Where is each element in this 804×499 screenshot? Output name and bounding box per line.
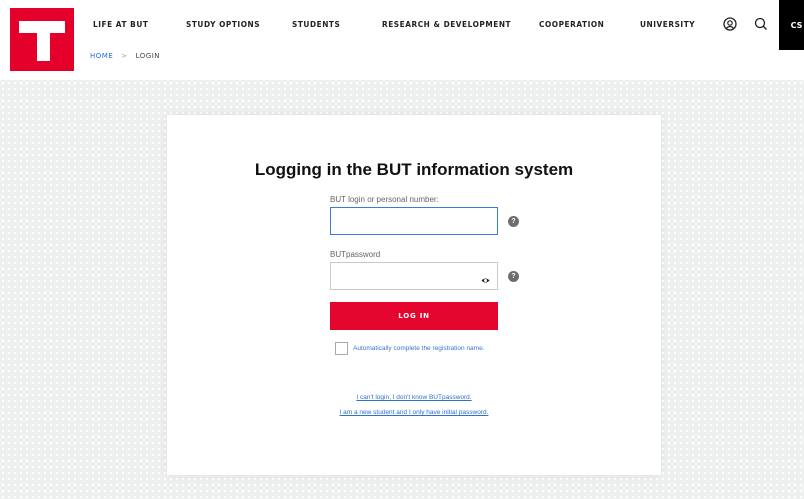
nav-research-development[interactable]: RESEARCH & DEVELOPMENT bbox=[382, 20, 511, 29]
forgot-password-link[interactable]: I can't login, I don't know BUTpassword. bbox=[327, 393, 501, 402]
logo-bar-vertical bbox=[37, 21, 50, 61]
login-button[interactable]: LOG IN bbox=[330, 302, 498, 330]
nav-study-options[interactable]: STUDY OPTIONS bbox=[186, 20, 260, 29]
login-label: BUT login or personal number: bbox=[330, 195, 439, 204]
user-icon[interactable] bbox=[720, 14, 740, 34]
login-card: Logging in the BUT information system BU… bbox=[167, 115, 661, 475]
page-title: Logging in the BUT information system bbox=[254, 160, 574, 179]
nav-university[interactable]: UNIVERSITY bbox=[640, 20, 695, 29]
nav-cooperation[interactable]: COOPERATION bbox=[539, 20, 604, 29]
login-field[interactable] bbox=[330, 207, 498, 235]
remember-label[interactable]: Automatically complete the registration … bbox=[353, 344, 503, 354]
breadcrumb-separator: > bbox=[121, 52, 128, 60]
breadcrumb-home[interactable]: HOME bbox=[90, 52, 113, 60]
top-navigation: LIFE AT BUT STUDY OPTIONS STUDENTS RESEA… bbox=[80, 0, 804, 50]
login-help-icon[interactable]: ? bbox=[508, 216, 519, 227]
new-student-link[interactable]: I am a new student and I only have initi… bbox=[337, 408, 491, 417]
password-field[interactable] bbox=[330, 262, 498, 290]
nav-students[interactable]: STUDENTS bbox=[292, 20, 340, 29]
login-input[interactable] bbox=[331, 208, 497, 234]
language-switch-button[interactable]: CS bbox=[779, 0, 804, 50]
but-logo[interactable] bbox=[10, 8, 74, 71]
breadcrumb: HOME > LOGIN bbox=[90, 52, 160, 60]
remember-checkbox[interactable] bbox=[335, 342, 348, 355]
nav-life-at-but[interactable]: LIFE AT BUT bbox=[93, 20, 148, 29]
search-icon[interactable] bbox=[751, 14, 771, 34]
password-input[interactable] bbox=[331, 263, 497, 289]
breadcrumb-current: LOGIN bbox=[135, 52, 161, 60]
password-help-icon[interactable]: ? bbox=[508, 271, 519, 282]
password-label: BUTpassword bbox=[330, 250, 381, 259]
eye-icon[interactable] bbox=[481, 272, 490, 283]
